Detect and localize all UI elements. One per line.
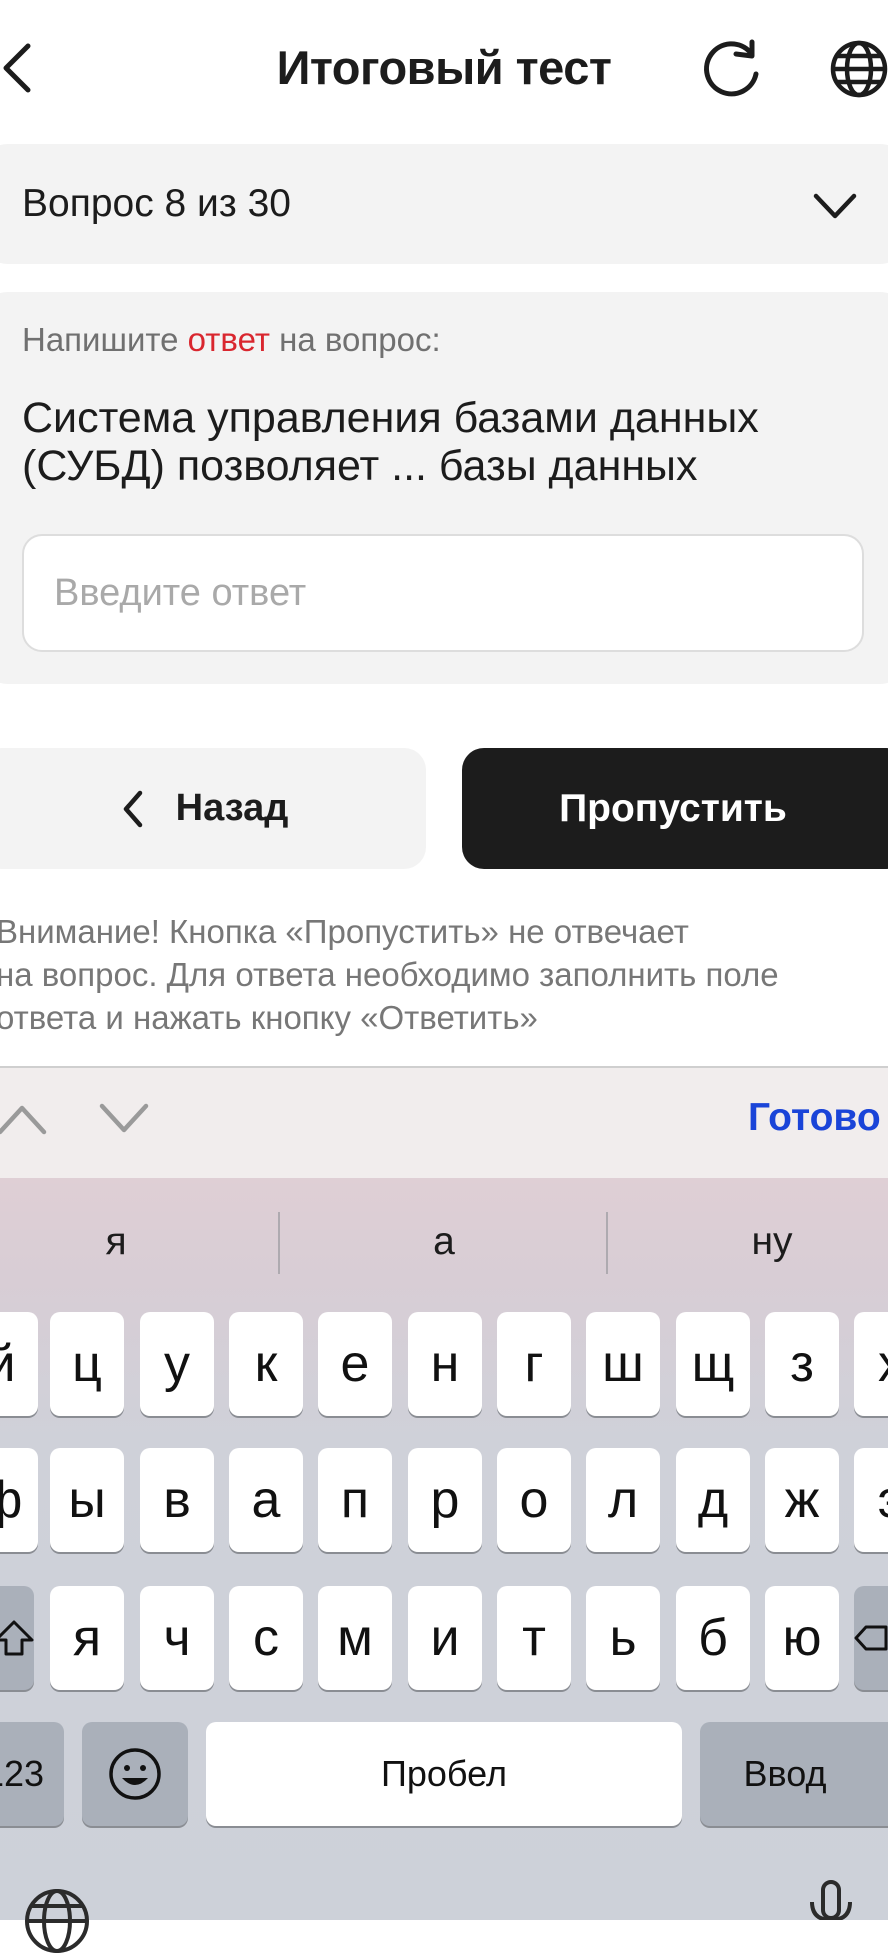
done-button[interactable]: Готово: [748, 1096, 881, 1140]
key[interactable]: ы: [50, 1448, 124, 1552]
backspace-key[interactable]: [854, 1586, 888, 1690]
answer-input[interactable]: [22, 534, 864, 652]
skip-button[interactable]: Пропустить: [462, 748, 888, 869]
key[interactable]: б: [676, 1586, 750, 1690]
key[interactable]: я: [50, 1586, 124, 1690]
key[interactable]: с: [229, 1586, 303, 1690]
prompt-text-end: на вопрос:: [269, 321, 441, 358]
key[interactable]: ж: [765, 1448, 839, 1552]
key[interactable]: х: [854, 1312, 888, 1416]
back-button[interactable]: Назад: [0, 748, 426, 869]
suggestion-divider: [606, 1212, 608, 1274]
suggestion-divider: [278, 1212, 280, 1274]
emoji-key[interactable]: [82, 1722, 188, 1826]
key[interactable]: р: [408, 1448, 482, 1552]
space-key-label: Пробел: [381, 1753, 507, 1794]
key[interactable]: в: [140, 1448, 214, 1552]
microphone-icon[interactable]: [806, 1880, 856, 1920]
key[interactable]: ш: [586, 1312, 660, 1416]
key[interactable]: ь: [586, 1586, 660, 1690]
numbers-key-label: 123: [0, 1753, 45, 1794]
key[interactable]: ю: [765, 1586, 839, 1690]
space-key[interactable]: Пробел: [206, 1722, 682, 1826]
next-field-icon[interactable]: [98, 1094, 150, 1144]
enter-key-label: Ввод: [743, 1753, 827, 1794]
key[interactable]: г: [497, 1312, 571, 1416]
suggestion-3[interactable]: ну: [672, 1220, 872, 1264]
key[interactable]: о: [497, 1448, 571, 1552]
key[interactable]: щ: [676, 1312, 750, 1416]
shift-key[interactable]: [0, 1586, 34, 1690]
suggestion-1[interactable]: я: [16, 1220, 216, 1264]
previous-field-icon[interactable]: [0, 1094, 50, 1144]
key[interactable]: е: [318, 1312, 392, 1416]
key[interactable]: й: [0, 1312, 38, 1416]
chevron-left-icon: [123, 790, 142, 827]
key[interactable]: ц: [50, 1312, 124, 1416]
key[interactable]: ф: [0, 1448, 38, 1552]
suggestion-2[interactable]: а: [344, 1220, 544, 1264]
key[interactable]: ч: [140, 1586, 214, 1690]
key[interactable]: к: [229, 1312, 303, 1416]
globe-icon[interactable]: [828, 38, 888, 100]
skip-button-label: Пропустить: [559, 786, 787, 830]
key[interactable]: м: [318, 1586, 392, 1690]
chevron-down-icon[interactable]: [810, 180, 860, 230]
back-button-label: Назад: [175, 787, 289, 829]
prompt-accent-word: ответ: [187, 321, 270, 358]
key[interactable]: л: [586, 1448, 660, 1552]
enter-key[interactable]: Ввод: [700, 1722, 888, 1826]
key[interactable]: т: [497, 1586, 571, 1690]
backspace-icon: [854, 1625, 888, 1651]
question-counter: Вопрос 8 из 30: [22, 182, 291, 225]
numbers-key[interactable]: 123: [0, 1722, 64, 1826]
key[interactable]: и: [408, 1586, 482, 1690]
key[interactable]: а: [229, 1448, 303, 1552]
question-prompt: Напишите ответ на вопрос:: [22, 318, 441, 362]
key[interactable]: з: [765, 1312, 839, 1416]
question-text: Система управления базами данных (СУБД) …: [22, 394, 759, 490]
key[interactable]: у: [140, 1312, 214, 1416]
key[interactable]: н: [408, 1312, 482, 1416]
keyboard-globe-icon[interactable]: [22, 1886, 92, 1956]
key[interactable]: п: [318, 1448, 392, 1552]
prompt-text: Напишите: [22, 321, 188, 358]
warning-note: Внимание! Кнопка «Пропустить» не отвечае…: [0, 913, 779, 1036]
key[interactable]: д: [676, 1448, 750, 1552]
shift-icon: [0, 1620, 34, 1656]
key[interactable]: э: [854, 1448, 888, 1552]
refresh-icon[interactable]: [698, 38, 764, 100]
emoji-icon: [109, 1748, 161, 1800]
